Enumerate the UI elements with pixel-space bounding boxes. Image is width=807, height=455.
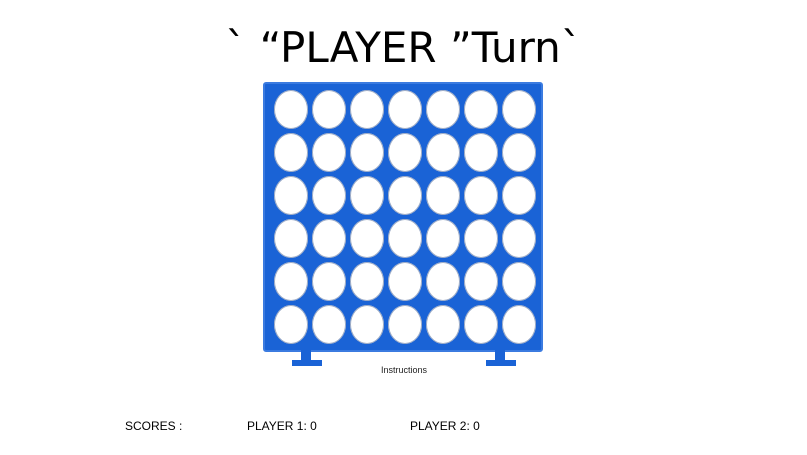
board-slot[interactable] [426,133,460,172]
board-slot[interactable] [274,305,308,344]
board-slot[interactable] [502,90,536,129]
board-slot[interactable] [312,90,346,129]
board-slot[interactable] [312,219,346,258]
board-slot[interactable] [426,176,460,215]
board-slot[interactable] [388,262,422,301]
board-slot[interactable] [502,219,536,258]
board-slot[interactable] [388,90,422,129]
board-leg-left [301,350,311,360]
board-slot[interactable] [426,262,460,301]
board-slot[interactable] [350,262,384,301]
board-slot[interactable] [502,262,536,301]
board-slot[interactable] [274,133,308,172]
instructions-link[interactable]: Instructions [381,364,427,376]
board-slot[interactable] [350,133,384,172]
player1-score: PLAYER 1: 0 [247,419,317,433]
board-slot[interactable] [464,305,498,344]
board-slot[interactable] [388,305,422,344]
board-slot[interactable] [350,90,384,129]
board-slot[interactable] [274,262,308,301]
board-slot[interactable] [502,305,536,344]
board-grid [274,90,536,344]
board-slot[interactable] [502,176,536,215]
board-slot[interactable] [426,90,460,129]
board-slot[interactable] [350,305,384,344]
board-slot[interactable] [464,262,498,301]
board-slot[interactable] [312,305,346,344]
board-slot[interactable] [388,133,422,172]
game-board[interactable] [263,82,543,352]
board-slot[interactable] [312,176,346,215]
board-foot-left [292,360,322,366]
board-slot[interactable] [464,219,498,258]
board-slot[interactable] [464,90,498,129]
board-foot-right [486,360,516,366]
board-slot[interactable] [388,219,422,258]
board-slot[interactable] [350,219,384,258]
board-slot[interactable] [274,219,308,258]
board-slot[interactable] [464,133,498,172]
turn-title: ` “PLAYER ”Turn` [225,23,582,72]
board-slot[interactable] [502,133,536,172]
board-leg-right [495,350,505,360]
game-board-wrapper [263,82,543,366]
player2-score: PLAYER 2: 0 [410,419,480,433]
board-slot[interactable] [274,90,308,129]
board-slot[interactable] [274,176,308,215]
board-slot[interactable] [388,176,422,215]
board-slot[interactable] [312,133,346,172]
board-slot[interactable] [426,305,460,344]
board-slot[interactable] [464,176,498,215]
board-slot[interactable] [312,262,346,301]
board-slot[interactable] [426,219,460,258]
board-slot[interactable] [350,176,384,215]
scores-label: SCORES : [125,419,183,433]
